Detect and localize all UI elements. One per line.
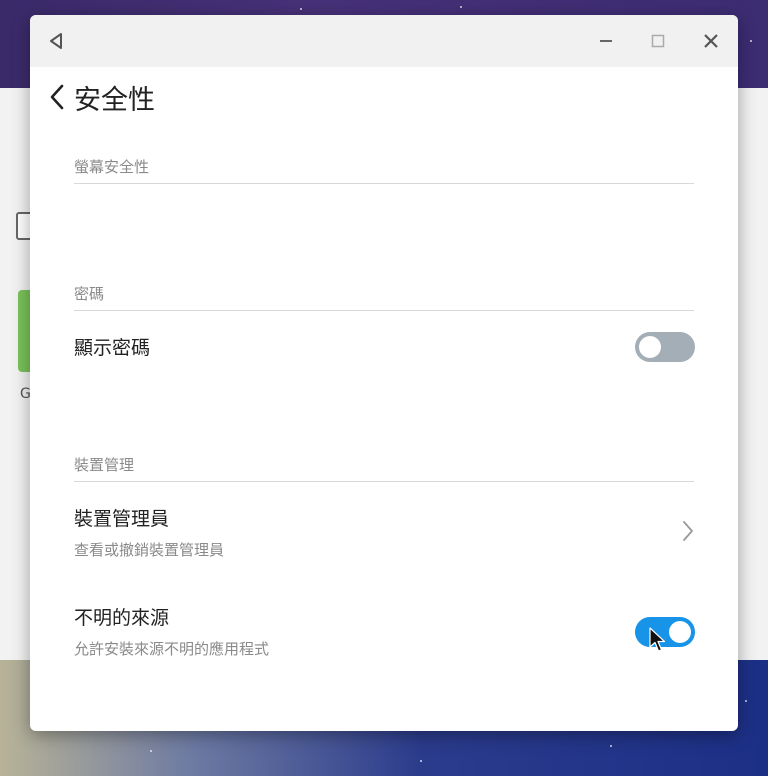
unknown-sources-title: 不明的來源 [74, 607, 170, 629]
minimize-icon[interactable] [592, 27, 620, 55]
toggle-knob [639, 336, 661, 358]
star [610, 745, 612, 747]
maximize-icon[interactable] [644, 27, 672, 55]
triangle-left-icon[interactable] [42, 27, 70, 55]
page-title: 安全性 [74, 84, 155, 116]
show-password-toggle[interactable] [635, 332, 695, 362]
star [150, 750, 152, 752]
title-bar [30, 15, 738, 67]
section-header-screen-security: 螢幕安全性 [74, 156, 694, 184]
device-admins-subtitle: 查看或撤銷裝置管理員 [74, 541, 225, 559]
unknown-sources-row[interactable]: 不明的來源 允許安裝來源不明的應用程式 [74, 603, 694, 659]
section-header-password: 密碼 [74, 283, 694, 311]
star [750, 40, 752, 42]
chevron-right-icon[interactable] [678, 519, 698, 543]
mouse-cursor-icon [649, 627, 667, 655]
device-admins-row[interactable]: 裝置管理員 查看或撤銷裝置管理員 [74, 504, 694, 560]
unknown-sources-subtitle: 允許安裝來源不明的應用程式 [74, 640, 270, 658]
star [745, 700, 747, 702]
close-icon[interactable] [697, 27, 725, 55]
page-header: 安全性 [44, 77, 155, 117]
device-admins-title: 裝置管理員 [74, 508, 170, 530]
back-arrow-icon[interactable] [44, 81, 70, 113]
section-header-device-management: 裝置管理 [74, 454, 694, 482]
star [420, 760, 422, 762]
star [460, 6, 462, 8]
toggle-knob [669, 621, 691, 643]
star [300, 8, 302, 10]
security-settings-window: 安全性 螢幕安全性 密碼 顯示密碼 裝置管理 裝置管理員 查看或撤銷裝置管理員 … [30, 15, 738, 731]
show-password-row[interactable]: 顯示密碼 [74, 333, 694, 360]
show-password-label: 顯示密碼 [74, 337, 151, 359]
